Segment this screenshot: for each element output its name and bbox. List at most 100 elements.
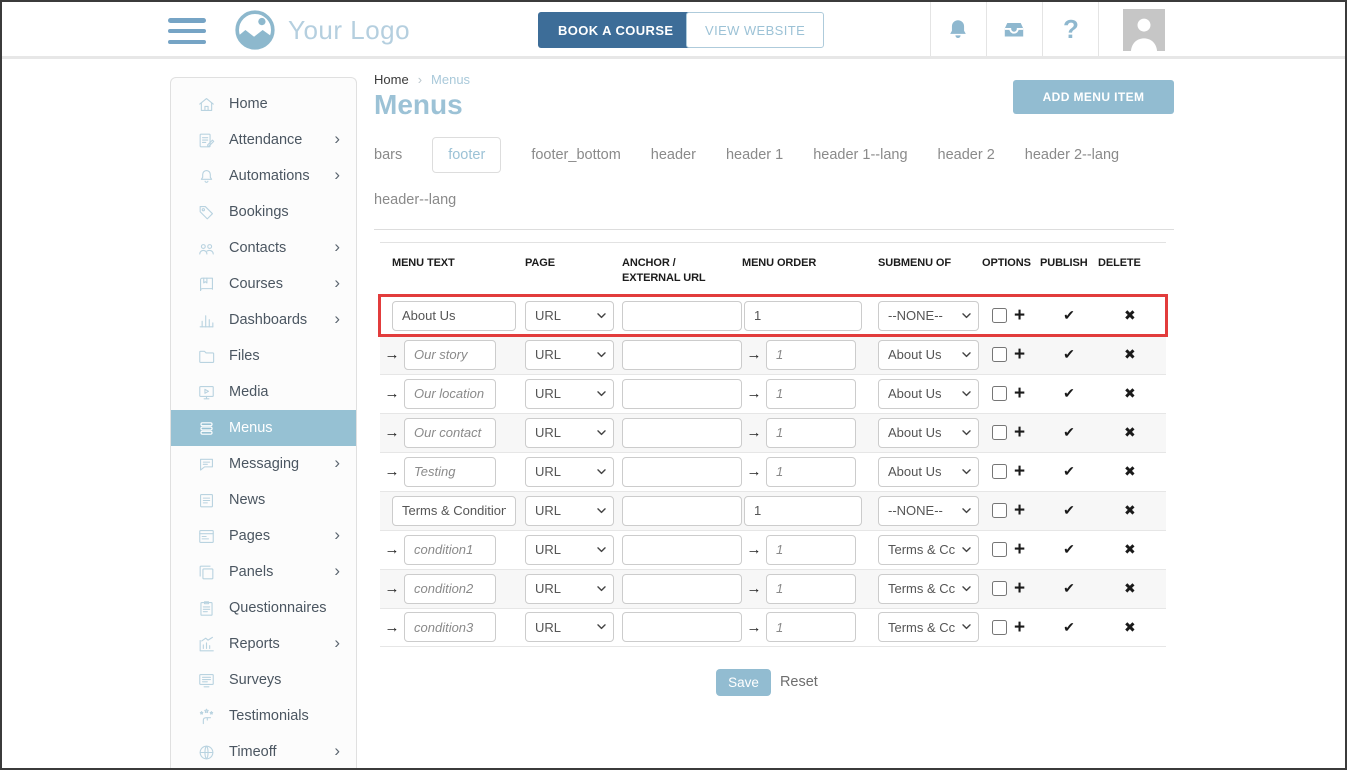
inbox-icon[interactable] [1001,17,1027,43]
submenu-of-select[interactable]: --NONE-- [878,496,979,526]
delete-x-icon[interactable]: ✖ [1124,385,1136,402]
add-child-plus-icon[interactable]: + [1014,306,1025,325]
menu-text-input[interactable] [404,418,496,448]
options-checkbox[interactable] [992,464,1007,479]
anchor-url-input[interactable] [622,535,742,565]
menu-text-input[interactable] [404,340,496,370]
options-checkbox[interactable] [992,542,1007,557]
options-checkbox[interactable] [992,347,1007,362]
publish-check-icon[interactable]: ✔ [1063,463,1075,480]
sidebar-item-questionnaires[interactable]: Questionnaires [171,590,356,626]
add-child-plus-icon[interactable]: + [1014,384,1025,403]
options-checkbox[interactable] [992,620,1007,635]
publish-check-icon[interactable]: ✔ [1063,541,1075,558]
sidebar-item-panels[interactable]: Panels› [171,554,356,590]
sidebar-item-dashboards[interactable]: Dashboards› [171,302,356,338]
anchor-url-input[interactable] [622,379,742,409]
sidebar-item-attendance[interactable]: Attendance› [171,122,356,158]
options-checkbox[interactable] [992,425,1007,440]
tab-header-2-lang[interactable]: header 2--lang [1025,138,1119,172]
options-checkbox[interactable] [992,503,1007,518]
save-button[interactable]: Save [716,669,771,696]
menu-order-input[interactable] [766,535,856,565]
menu-text-input[interactable] [392,301,516,331]
publish-check-icon[interactable]: ✔ [1063,619,1075,636]
menu-order-input[interactable] [766,340,856,370]
delete-x-icon[interactable]: ✖ [1124,541,1136,558]
sidebar-item-pages[interactable]: Pages› [171,518,356,554]
menu-text-input[interactable] [404,574,496,604]
page-select[interactable]: URL [525,457,614,487]
anchor-url-input[interactable] [622,457,742,487]
sidebar-item-contacts[interactable]: Contacts› [171,230,356,266]
menu-order-input[interactable] [744,301,862,331]
submenu-of-select[interactable]: About Us [878,457,979,487]
page-select[interactable]: URL [525,340,614,370]
delete-x-icon[interactable]: ✖ [1124,346,1136,363]
submenu-of-select[interactable]: Terms & Cc [878,574,979,604]
publish-check-icon[interactable]: ✔ [1063,580,1075,597]
add-child-plus-icon[interactable]: + [1014,540,1025,559]
page-select[interactable]: URL [525,496,614,526]
hamburger-menu-icon[interactable] [168,18,206,44]
page-select[interactable]: URL [525,418,614,448]
user-avatar[interactable] [1123,9,1165,51]
submenu-of-select[interactable]: About Us [878,379,979,409]
options-checkbox[interactable] [992,386,1007,401]
menu-order-input[interactable] [744,496,862,526]
options-checkbox[interactable] [992,308,1007,323]
options-checkbox[interactable] [992,581,1007,596]
tab-header-1-lang[interactable]: header 1--lang [813,138,907,172]
view-website-button[interactable]: VIEW WEBSITE [686,12,824,48]
menu-text-input[interactable] [404,457,496,487]
publish-check-icon[interactable]: ✔ [1063,502,1075,519]
submenu-of-select[interactable]: About Us [878,418,979,448]
help-icon[interactable]: ? [1063,14,1079,45]
menu-order-input[interactable] [766,574,856,604]
page-select[interactable]: URL [525,535,614,565]
publish-check-icon[interactable]: ✔ [1063,424,1075,441]
tab-header[interactable]: header [651,138,696,172]
page-select[interactable]: URL [525,574,614,604]
submenu-of-select[interactable]: Terms & Cc [878,535,979,565]
sidebar-item-reports[interactable]: Reports› [171,626,356,662]
tab-header-1[interactable]: header 1 [726,138,783,172]
sidebar-item-media[interactable]: Media [171,374,356,410]
delete-x-icon[interactable]: ✖ [1124,502,1136,519]
anchor-url-input[interactable] [622,301,742,331]
menu-text-input[interactable] [404,379,496,409]
submenu-of-select[interactable]: --NONE-- [878,301,979,331]
add-child-plus-icon[interactable]: + [1014,579,1025,598]
sidebar-item-bookings[interactable]: Bookings [171,194,356,230]
anchor-url-input[interactable] [622,612,742,642]
menu-order-input[interactable] [766,612,856,642]
sidebar-item-testimonials[interactable]: Testimonials [171,698,356,734]
add-child-plus-icon[interactable]: + [1014,462,1025,481]
tab-header-2[interactable]: header 2 [938,138,995,172]
anchor-url-input[interactable] [622,418,742,448]
sidebar-item-courses[interactable]: Courses› [171,266,356,302]
page-select[interactable]: URL [525,612,614,642]
menu-text-input[interactable] [404,535,496,565]
add-menu-item-button[interactable]: ADD MENU ITEM [1013,80,1174,114]
submenu-of-select[interactable]: Terms & Cc [878,612,979,642]
add-child-plus-icon[interactable]: + [1014,345,1025,364]
delete-x-icon[interactable]: ✖ [1124,424,1136,441]
tab-header-lang[interactable]: header--lang [374,183,456,217]
delete-x-icon[interactable]: ✖ [1124,619,1136,636]
anchor-url-input[interactable] [622,340,742,370]
publish-check-icon[interactable]: ✔ [1063,346,1075,363]
logo[interactable]: Your Logo [232,7,410,53]
sidebar-item-surveys[interactable]: Surveys [171,662,356,698]
page-select[interactable]: URL [525,379,614,409]
menu-order-input[interactable] [766,457,856,487]
sidebar-item-news[interactable]: News [171,482,356,518]
sidebar-item-home[interactable]: Home [171,86,356,122]
delete-x-icon[interactable]: ✖ [1124,580,1136,597]
anchor-url-input[interactable] [622,496,742,526]
anchor-url-input[interactable] [622,574,742,604]
publish-check-icon[interactable]: ✔ [1063,307,1075,324]
sidebar-item-files[interactable]: Files [171,338,356,374]
delete-x-icon[interactable]: ✖ [1124,463,1136,480]
tab-bars[interactable]: bars [374,138,402,172]
